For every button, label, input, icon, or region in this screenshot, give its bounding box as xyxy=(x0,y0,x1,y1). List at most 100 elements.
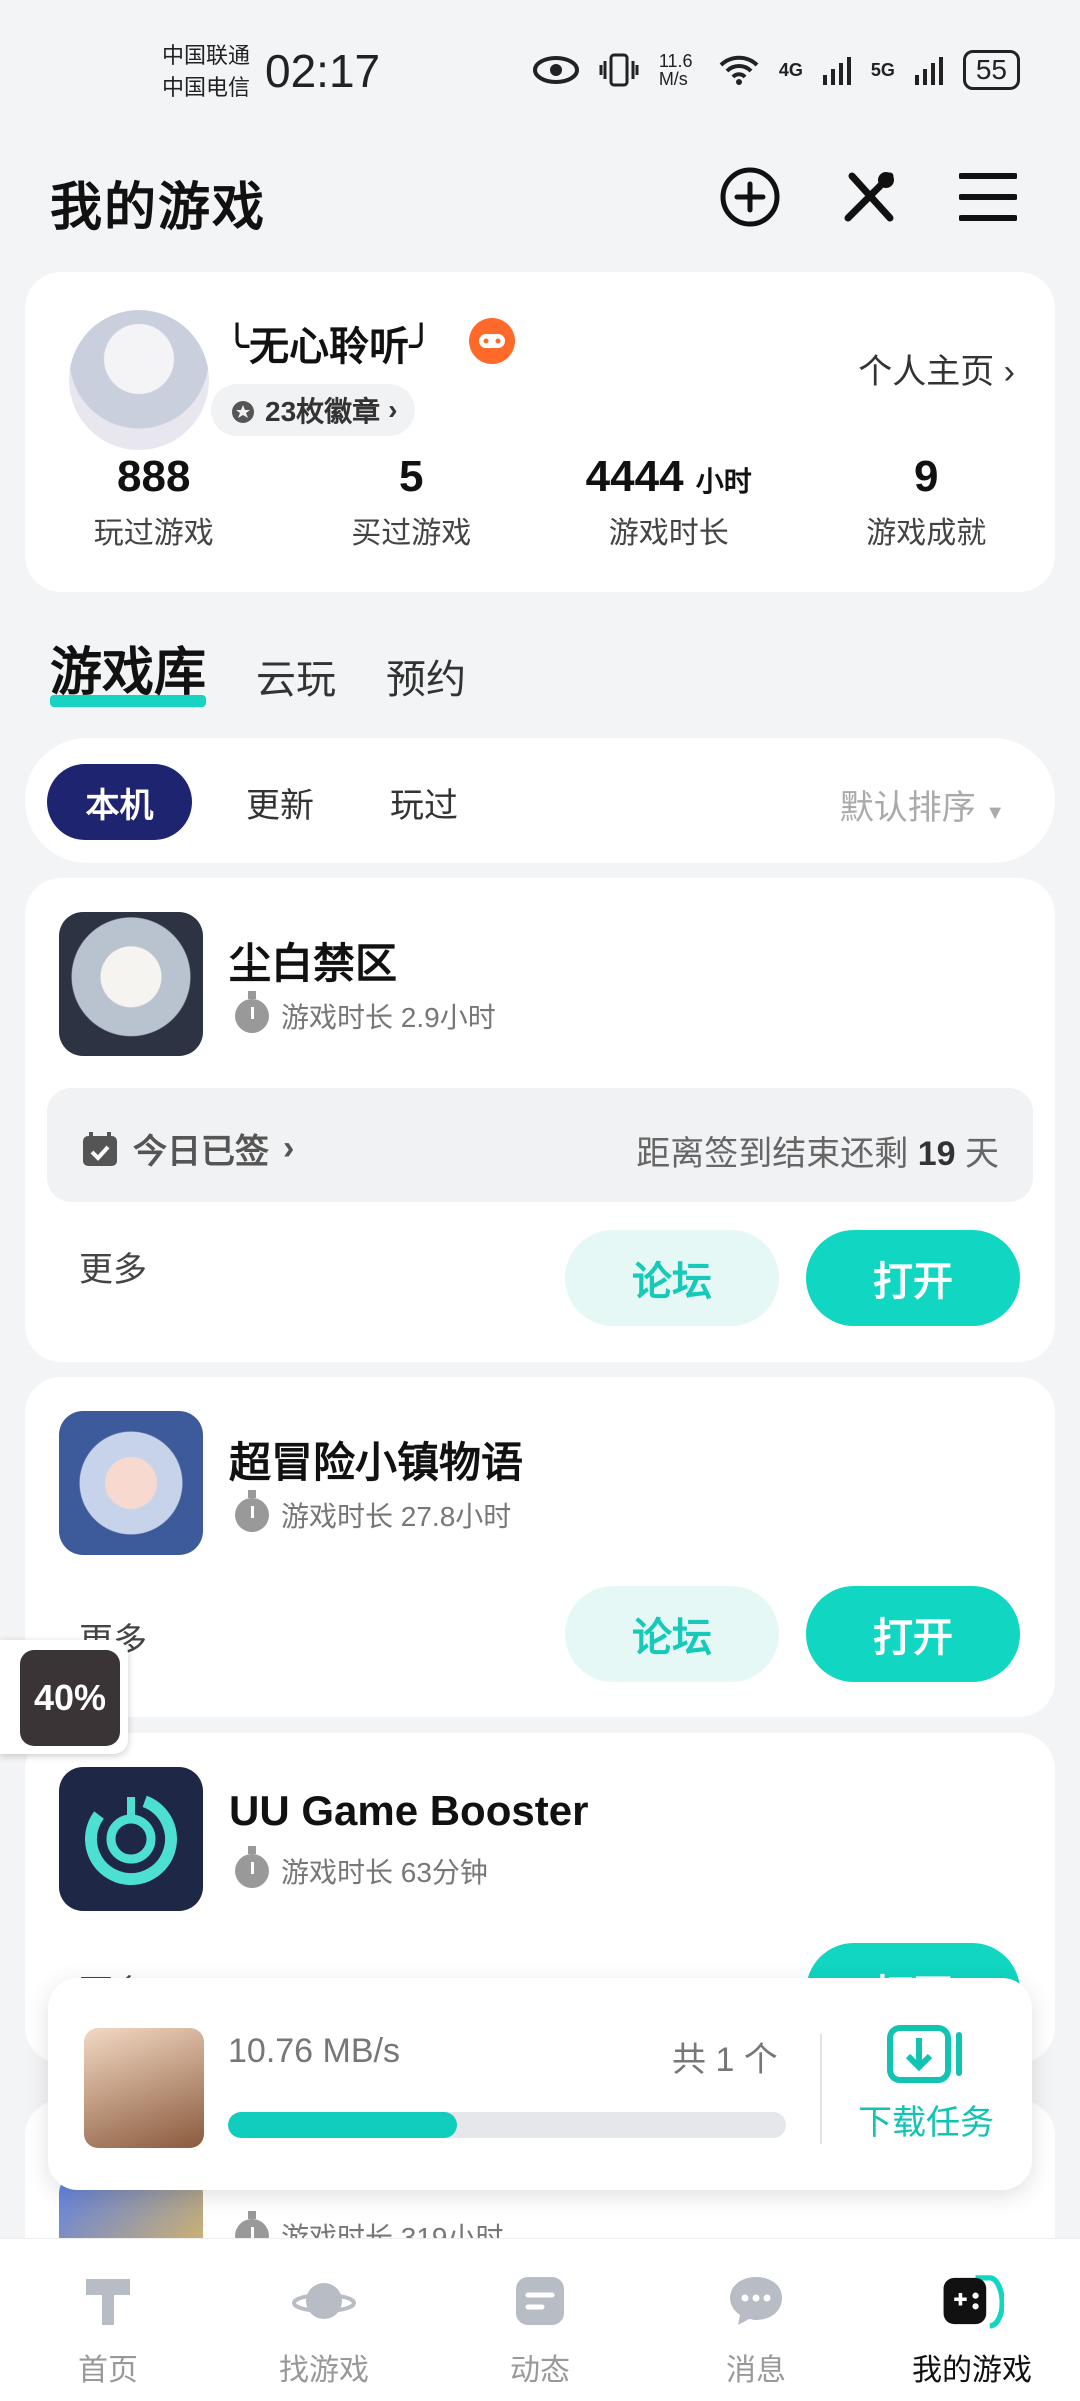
game-playtime: 游戏时长 2.9小时 xyxy=(235,991,496,1036)
chip-played[interactable]: 玩过 xyxy=(359,764,489,840)
stat-played[interactable]: 888 玩过游戏 xyxy=(25,452,283,552)
download-tasks-button[interactable]: 下载任务 xyxy=(856,2022,996,2144)
carrier-1: 中国联通 xyxy=(162,43,251,68)
game-playtime: 游戏时长 27.8小时 xyxy=(235,1490,512,1535)
game-card: 超冒险小镇物语 游戏时长 27.8小时 更多 论坛 打开 xyxy=(25,1377,1055,1717)
stat-playtime[interactable]: 4444 小时 游戏时长 xyxy=(540,452,798,552)
playtime-text: 游戏时长 63分钟 xyxy=(281,1857,488,1888)
tab-library[interactable]: 游戏库 xyxy=(50,630,207,707)
add-circle-icon[interactable] xyxy=(718,165,782,229)
bottom-nav: 首页 找游戏 动态 消息 我的游戏 xyxy=(0,2238,1080,2401)
profile-card: ╰无心聆听╯ 23枚徽章 › 个人主页 › 888 玩过游戏 5 买过游戏 44… xyxy=(25,272,1055,592)
battery-indicator: 55 xyxy=(962,50,1020,90)
nav-feed[interactable]: 动态 xyxy=(432,2239,648,2401)
tab-reservation[interactable]: 预约 xyxy=(386,647,466,705)
sign-suffix: 天 xyxy=(965,1135,999,1173)
filter-bar: 本机 更新 玩过 默认排序 ▼ xyxy=(25,738,1055,863)
sort-dropdown[interactable]: 默认排序 ▼ xyxy=(840,780,1005,829)
more-link[interactable]: 更多 xyxy=(79,1242,147,1291)
nav-label: 动态 xyxy=(510,2354,570,2387)
page-title: 我的游戏 xyxy=(50,179,267,237)
medals-badge[interactable]: 23枚徽章 › xyxy=(211,384,416,436)
sort-label: 默认排序 xyxy=(839,789,976,827)
stat-value: 5 xyxy=(399,452,424,501)
gamepad-icon xyxy=(940,2269,1004,2333)
caret-down-icon: ▼ xyxy=(985,802,1005,824)
stopwatch-icon xyxy=(235,1846,269,1888)
game-playtime: 游戏时长 63分钟 xyxy=(235,1846,488,1891)
carrier-info: 中国联通 中国电信 xyxy=(162,40,250,104)
floating-widget[interactable]: 40% xyxy=(0,1640,128,1754)
network-speed: 11.6 M/s xyxy=(658,51,693,89)
profile-stats: 888 玩过游戏 5 买过游戏 4444 小时 游戏时长 9 游戏成就 xyxy=(25,452,1055,552)
nav-discover[interactable]: 找游戏 xyxy=(216,2239,432,2401)
stat-value: 888 xyxy=(117,452,191,501)
download-count: 共 1 个 xyxy=(672,2041,778,2079)
stopwatch-icon xyxy=(235,1490,269,1532)
open-button[interactable]: 打开 xyxy=(806,1230,1020,1326)
playtime-text: 游戏时长 2.9小时 xyxy=(281,1002,496,1033)
game-card: 尘白禁区 游戏时长 2.9小时 今日已签 › 距离签到结束还剩 19 天 更多 … xyxy=(25,878,1055,1362)
tools-icon[interactable] xyxy=(837,165,901,229)
uu-logo-icon xyxy=(85,1793,177,1885)
chip-updates[interactable]: 更新 xyxy=(215,764,345,840)
stat-label: 买过游戏 xyxy=(351,517,472,550)
download-progress-fill xyxy=(228,2112,457,2138)
homepage-link[interactable]: 个人主页 › xyxy=(858,344,1015,393)
nav-home[interactable]: 首页 xyxy=(0,2239,216,2401)
floating-widget-label: 40% xyxy=(20,1650,120,1746)
stat-label: 游戏成就 xyxy=(866,517,987,550)
download-game-thumbnail xyxy=(84,2028,204,2148)
download-bar[interactable]: 10.76 MB/s 共 1 个 下载任务 xyxy=(48,1978,1032,2190)
nav-messages[interactable]: 消息 xyxy=(648,2239,864,2401)
stat-achievements[interactable]: 9 游戏成就 xyxy=(798,452,1056,552)
menu-icon[interactable] xyxy=(956,165,1020,229)
stat-label: 游戏时长 xyxy=(608,517,729,550)
download-progress xyxy=(228,2112,786,2138)
stat-bought[interactable]: 5 买过游戏 xyxy=(283,452,541,552)
status-bar: 中国联通 中国电信 02:17 11.6 M/s 4G 5G 55 xyxy=(0,0,1080,130)
sign-in-row[interactable]: 今日已签 › 距离签到结束还剩 19 天 xyxy=(47,1088,1033,1202)
avatar[interactable] xyxy=(69,310,209,450)
nav-label: 首页 xyxy=(78,2354,138,2387)
nav-my-games[interactable]: 我的游戏 xyxy=(864,2239,1080,2401)
download-icon xyxy=(887,2025,962,2083)
signal-icon-2 xyxy=(914,57,943,85)
sign-status: 今日已签 › xyxy=(81,1124,294,1173)
tab-cloud[interactable]: 云玩 xyxy=(256,647,336,705)
game-icon[interactable] xyxy=(59,1767,203,1911)
signal-icon-1 xyxy=(822,57,851,85)
game-icon[interactable] xyxy=(59,912,203,1056)
divider xyxy=(820,2034,822,2144)
stat-value: 9 xyxy=(914,452,939,501)
open-button[interactable]: 打开 xyxy=(806,1586,1020,1682)
sign-label: 今日已签 xyxy=(133,1133,269,1171)
chip-local[interactable]: 本机 xyxy=(47,764,192,840)
forum-button[interactable]: 论坛 xyxy=(565,1230,779,1326)
gamepad-badge-icon xyxy=(469,318,515,364)
net-4g: 4G xyxy=(778,59,803,80)
medal-icon xyxy=(232,401,254,423)
chat-bubble-icon xyxy=(724,2269,788,2333)
game-icon[interactable] xyxy=(59,1411,203,1555)
stopwatch-icon xyxy=(235,991,269,1033)
chevron-right-icon: › xyxy=(388,394,398,425)
chevron-right-icon: › xyxy=(1003,353,1015,391)
sign-days: 19 xyxy=(917,1135,956,1173)
home-t-icon xyxy=(76,2269,140,2333)
game-name: 超冒险小镇物语 xyxy=(229,1439,524,1486)
sign-prefix: 距离签到结束还剩 xyxy=(636,1135,909,1173)
playtime-text: 游戏时长 27.8小时 xyxy=(281,1501,512,1532)
feed-icon xyxy=(508,2269,572,2333)
clock: 02:17 xyxy=(265,45,381,97)
eye-icon xyxy=(532,56,579,84)
header-actions xyxy=(718,165,1020,229)
nav-label: 消息 xyxy=(726,2354,786,2387)
chevron-right-icon: › xyxy=(283,1129,295,1167)
forum-button[interactable]: 论坛 xyxy=(565,1586,779,1682)
game-name: 尘白禁区 xyxy=(229,940,398,987)
status-icons: 11.6 M/s 4G 5G 55 xyxy=(532,50,1020,90)
sign-remaining: 距离签到结束还剩 19 天 xyxy=(636,1126,999,1175)
homepage-label: 个人主页 xyxy=(858,353,995,391)
nav-label: 找游戏 xyxy=(279,2354,369,2387)
